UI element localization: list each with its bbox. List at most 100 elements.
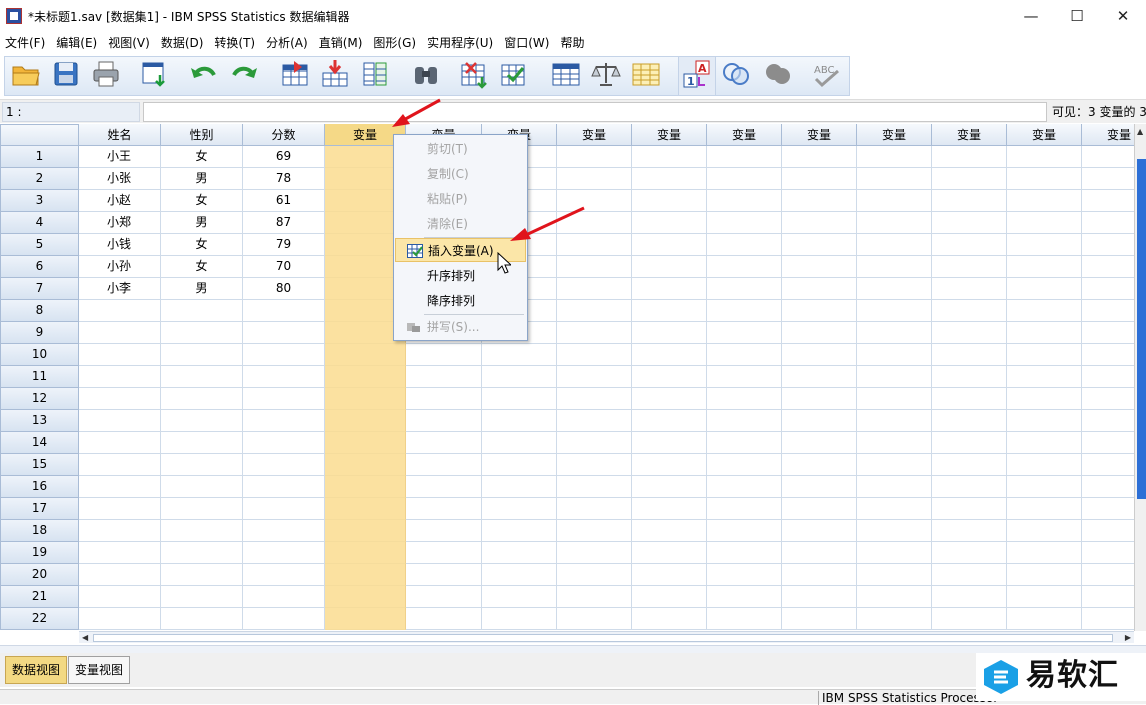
use-sets-icon[interactable] <box>720 59 752 89</box>
data-cell[interactable] <box>325 344 406 366</box>
data-cell[interactable] <box>243 520 325 542</box>
data-cell[interactable] <box>707 410 782 432</box>
data-cell[interactable] <box>857 542 932 564</box>
data-cell[interactable] <box>707 322 782 344</box>
data-cell[interactable] <box>243 388 325 410</box>
data-cell[interactable] <box>557 432 632 454</box>
data-cell[interactable] <box>325 410 406 432</box>
data-cell[interactable] <box>1082 322 1134 344</box>
data-cell[interactable] <box>482 564 557 586</box>
column-header[interactable]: 变量 <box>557 124 632 146</box>
data-cell[interactable] <box>932 256 1007 278</box>
data-cell[interactable] <box>79 300 161 322</box>
data-cell[interactable] <box>161 300 243 322</box>
data-cell[interactable] <box>325 498 406 520</box>
row-header[interactable]: 2 <box>0 168 79 190</box>
data-cell[interactable] <box>1007 366 1082 388</box>
data-cell[interactable] <box>932 322 1007 344</box>
menu-view[interactable]: 视图(V) <box>103 32 155 54</box>
ctx-insert-variable[interactable]: 插入变量(A) <box>395 238 526 262</box>
data-cell[interactable] <box>406 432 482 454</box>
column-header[interactable]: 变量 <box>707 124 782 146</box>
data-cell[interactable] <box>632 278 707 300</box>
data-cell[interactable] <box>857 366 932 388</box>
data-cell[interactable]: 男 <box>161 278 243 300</box>
maximize-button[interactable]: ☐ <box>1054 0 1100 32</box>
data-cell[interactable] <box>707 366 782 388</box>
data-cell[interactable]: 男 <box>161 212 243 234</box>
data-cell[interactable] <box>632 146 707 168</box>
data-cell[interactable] <box>161 344 243 366</box>
redo-icon[interactable] <box>228 59 260 89</box>
data-cell[interactable] <box>932 520 1007 542</box>
data-cell[interactable] <box>857 300 932 322</box>
data-cell[interactable] <box>932 586 1007 608</box>
data-cell[interactable] <box>632 234 707 256</box>
tab-variable-view[interactable]: 变量视图 <box>68 656 131 684</box>
data-cell[interactable] <box>325 388 406 410</box>
data-cell[interactable] <box>707 256 782 278</box>
data-cell[interactable] <box>707 212 782 234</box>
data-cell[interactable] <box>79 564 161 586</box>
data-cell[interactable] <box>707 190 782 212</box>
data-cell[interactable] <box>557 146 632 168</box>
data-cell[interactable] <box>857 256 932 278</box>
data-cell[interactable] <box>79 608 161 630</box>
value-labels-icon[interactable]: A1 <box>681 59 713 89</box>
tab-data-view[interactable]: 数据视图 <box>5 656 68 684</box>
row-header[interactable]: 9 <box>0 322 79 344</box>
data-cell[interactable] <box>1082 608 1134 630</box>
data-cell[interactable] <box>632 190 707 212</box>
insert-cases-icon[interactable] <box>458 59 490 89</box>
data-cell[interactable] <box>1082 278 1134 300</box>
data-cell[interactable] <box>406 608 482 630</box>
data-cell[interactable] <box>1007 608 1082 630</box>
data-cell[interactable] <box>782 564 857 586</box>
data-cell[interactable] <box>1007 146 1082 168</box>
data-cell[interactable] <box>1082 542 1134 564</box>
row-header[interactable]: 1 <box>0 146 79 168</box>
menu-data[interactable]: 数据(D) <box>156 32 209 54</box>
data-cell[interactable] <box>932 234 1007 256</box>
data-cell[interactable] <box>782 388 857 410</box>
data-cell[interactable] <box>406 586 482 608</box>
data-cell[interactable] <box>857 410 932 432</box>
data-cell[interactable] <box>1082 498 1134 520</box>
ctx-cut[interactable]: 剪切(T) <box>395 137 526 161</box>
data-cell[interactable] <box>932 212 1007 234</box>
data-cell[interactable] <box>932 564 1007 586</box>
data-cell[interactable] <box>632 454 707 476</box>
data-cell[interactable] <box>325 542 406 564</box>
data-cell[interactable] <box>161 520 243 542</box>
data-cell[interactable] <box>1007 476 1082 498</box>
data-cell[interactable]: 小张 <box>79 168 161 190</box>
data-cell[interactable] <box>557 454 632 476</box>
data-cell[interactable] <box>79 498 161 520</box>
data-cell[interactable] <box>932 476 1007 498</box>
data-cell[interactable] <box>632 388 707 410</box>
column-header[interactable]: 性别 <box>161 124 243 146</box>
data-cell[interactable] <box>932 388 1007 410</box>
data-cell[interactable] <box>79 586 161 608</box>
data-cell[interactable]: 小王 <box>79 146 161 168</box>
data-cell[interactable] <box>632 564 707 586</box>
data-cell[interactable] <box>243 608 325 630</box>
column-header[interactable]: 变量 <box>632 124 707 146</box>
row-header[interactable]: 5 <box>0 234 79 256</box>
data-cell[interactable] <box>1007 344 1082 366</box>
data-cell[interactable] <box>161 476 243 498</box>
data-cell[interactable] <box>782 608 857 630</box>
cell-value-input[interactable] <box>143 102 1047 122</box>
data-cell[interactable] <box>707 564 782 586</box>
data-cell[interactable] <box>632 410 707 432</box>
data-cell[interactable] <box>707 168 782 190</box>
row-header[interactable]: 17 <box>0 498 79 520</box>
data-cell[interactable] <box>632 542 707 564</box>
data-cell[interactable] <box>243 564 325 586</box>
ctx-paste[interactable]: 粘贴(P) <box>395 187 526 211</box>
data-cell[interactable] <box>707 432 782 454</box>
data-cell[interactable] <box>79 322 161 344</box>
data-cell[interactable] <box>932 432 1007 454</box>
data-cell[interactable] <box>482 432 557 454</box>
row-header[interactable]: 13 <box>0 410 79 432</box>
